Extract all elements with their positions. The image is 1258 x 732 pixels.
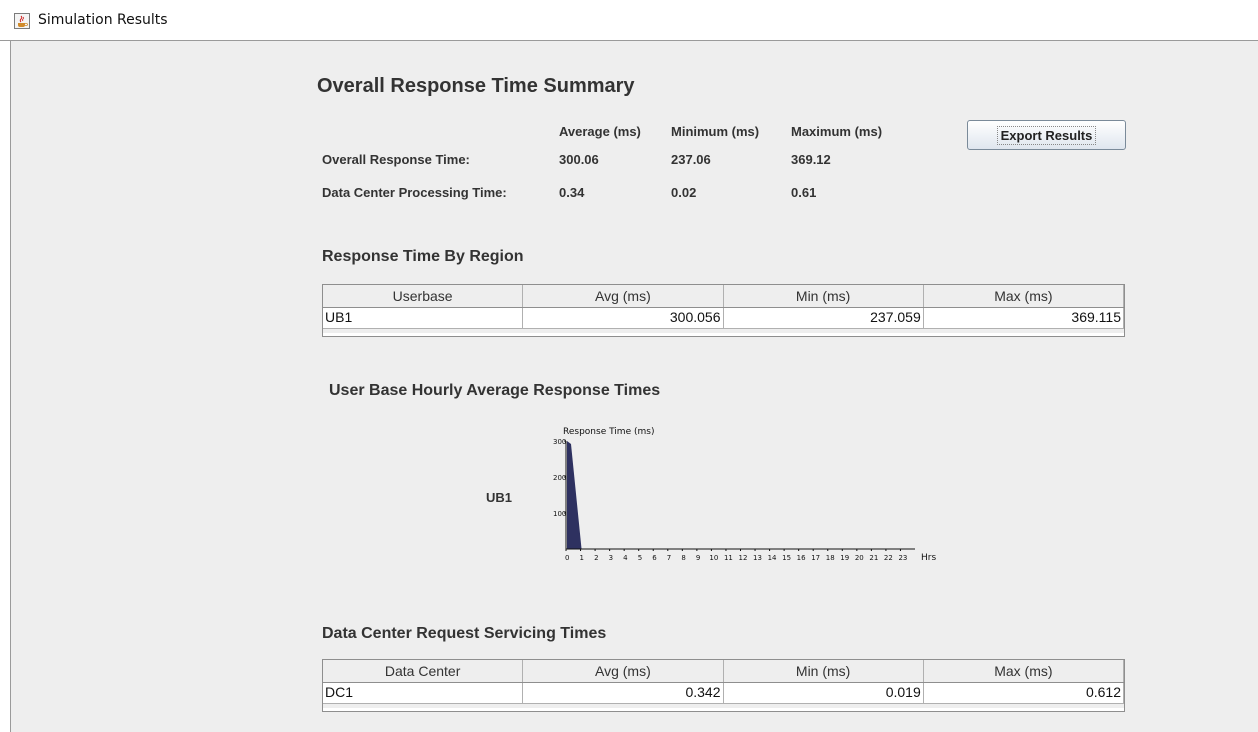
chart-bar — [567, 441, 582, 549]
hourly-response-chart: Response Time (ms) 100200300 01234567891… — [553, 427, 936, 563]
chart-x-tick-label: 13 — [753, 554, 762, 562]
hourly-title: User Base Hourly Average Response Times — [329, 382, 661, 399]
table-footer — [323, 328, 1124, 333]
chart-x-tick-label: 20 — [855, 554, 864, 562]
column-header[interactable]: Data Center — [323, 660, 524, 682]
chart-x-tick-label: 21 — [869, 554, 878, 562]
chart-x-tick-label: 22 — [884, 554, 893, 562]
chart-x-tick-label: 10 — [709, 554, 718, 562]
table-cell[interactable]: 300.056 — [523, 308, 724, 328]
table-cell[interactable]: 0.019 — [724, 683, 924, 703]
summary-row-max: 0.61 — [791, 185, 817, 200]
column-header[interactable]: Max (ms) — [924, 285, 1124, 307]
column-header[interactable]: Max (ms) — [924, 660, 1124, 682]
column-header[interactable]: Min (ms) — [724, 285, 924, 307]
col-header-minimum: Minimum (ms) — [671, 124, 760, 139]
chart-y-tick-label: 300 — [553, 438, 566, 446]
results-panel: Overall Response Time Summary Average (m… — [10, 41, 1258, 732]
chart-x-tick-label: 4 — [623, 554, 628, 562]
summary-title: Overall Response Time Summary — [317, 75, 635, 97]
chart-x-tick-label: 0 — [565, 554, 569, 562]
summary-row-max: 369.12 — [791, 152, 831, 167]
chart-x-tick-label: 5 — [638, 554, 642, 562]
export-results-button[interactable]: Export Results — [967, 120, 1126, 150]
java-coffee-icon — [14, 13, 30, 29]
summary-row-min: 237.06 — [671, 152, 711, 167]
datacenter-table: Data Center Avg (ms) Min (ms) Max (ms) D… — [322, 659, 1125, 712]
column-header[interactable]: Avg (ms) — [523, 660, 724, 682]
chart-x-tick-label: 6 — [652, 554, 657, 562]
chart-x-tick-label: 11 — [724, 554, 733, 562]
column-header[interactable]: Avg (ms) — [523, 285, 724, 307]
table-footer — [323, 703, 1124, 708]
chart-x-tick-label: 16 — [797, 554, 806, 562]
column-header[interactable]: Min (ms) — [724, 660, 924, 682]
summary-row-min: 0.02 — [671, 185, 697, 200]
chart-y-axis-label: Response Time (ms) — [563, 427, 654, 437]
chart-x-tick-label: 15 — [782, 554, 791, 562]
chart-x-tick-label: 2 — [594, 554, 598, 562]
table-cell[interactable]: UB1 — [323, 308, 524, 328]
window-titlebar: Simulation Results — [0, 0, 1258, 41]
window-title: Simulation Results — [38, 12, 168, 28]
col-header-maximum: Maximum (ms) — [791, 124, 883, 139]
column-header[interactable]: Userbase — [323, 285, 524, 307]
userbase-label: UB1 — [486, 490, 513, 505]
col-header-average: Average (ms) — [559, 124, 641, 139]
table-row[interactable]: DC1 0.342 0.019 0.612 — [323, 683, 1124, 703]
table-header: Userbase Avg (ms) Min (ms) Max (ms) — [323, 285, 1124, 308]
summary-row-label: Overall Response Time: — [322, 152, 470, 167]
chart-x-axis-label: Hrs — [921, 553, 936, 563]
table-cell[interactable]: 0.612 — [924, 683, 1124, 703]
table-row[interactable]: UB1 300.056 237.059 369.115 — [323, 308, 1124, 328]
chart-x-tick-label: 18 — [826, 554, 835, 562]
table-cell[interactable]: 237.059 — [724, 308, 924, 328]
table-cell[interactable]: DC1 — [323, 683, 524, 703]
chart-x-tick-label: 23 — [898, 554, 907, 562]
summary-row-label: Data Center Processing Time: — [322, 185, 507, 200]
chart-x-tick-label: 7 — [667, 554, 671, 562]
chart-x-tick-label: 19 — [840, 554, 849, 562]
chart-x-tick-label: 3 — [609, 554, 613, 562]
table-header: Data Center Avg (ms) Min (ms) Max (ms) — [323, 660, 1124, 683]
summary-row-avg: 300.06 — [559, 152, 599, 167]
chart-y-tick-label: 200 — [553, 474, 566, 482]
chart-x-tick-label: 8 — [681, 554, 685, 562]
region-title: Response Time By Region — [322, 248, 524, 265]
chart-x-tick-label: 9 — [696, 554, 700, 562]
chart-y-tick-label: 100 — [553, 510, 566, 518]
summary-row-avg: 0.34 — [559, 185, 585, 200]
region-table: Userbase Avg (ms) Min (ms) Max (ms) UB1 … — [322, 284, 1125, 337]
chart-x-tick-label: 1 — [580, 554, 584, 562]
table-cell[interactable]: 369.115 — [924, 308, 1124, 328]
datacenter-title: Data Center Request Servicing Times — [322, 625, 607, 642]
chart-x-tick-label: 14 — [768, 554, 777, 562]
chart-x-tick-label: 17 — [811, 554, 820, 562]
chart-x-tick-label: 12 — [739, 554, 748, 562]
export-results-label: Export Results — [996, 125, 1097, 145]
table-cell[interactable]: 0.342 — [523, 683, 724, 703]
